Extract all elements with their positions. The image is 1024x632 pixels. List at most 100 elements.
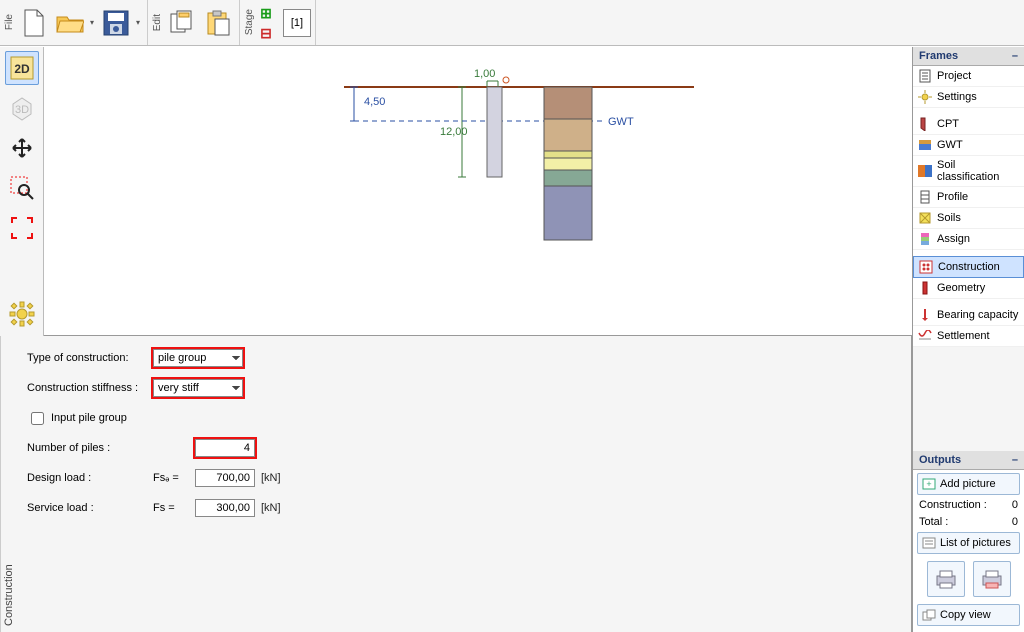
outputs-construction-count: 0 [1012, 499, 1018, 511]
add-picture-label: Add picture [940, 478, 996, 490]
add-picture-button[interactable]: + Add picture [917, 473, 1020, 495]
frame-item-label: Construction [938, 261, 1000, 273]
geometry-icon [918, 281, 932, 295]
frame-item-label: Soil classification [937, 159, 1019, 183]
frame-item-label: Project [937, 70, 971, 82]
design-load-input[interactable] [195, 469, 255, 487]
list-pictures-button[interactable]: List of pictures [917, 532, 1020, 554]
service-load-label: Service load : [27, 502, 147, 514]
service-load-input[interactable] [195, 499, 255, 517]
frames-header-label: Frames [919, 50, 958, 62]
zoom-region-button[interactable] [5, 171, 39, 205]
frame-item-settlement[interactable]: Settlement [913, 326, 1024, 347]
canvas-label-gwt: GWT [608, 116, 634, 128]
form-panel-label: Construction [0, 336, 17, 632]
edit-group: Edit [148, 0, 240, 45]
canvas-dim-pile: 12,00 [440, 126, 468, 138]
frame-item-construction[interactable]: Construction [913, 256, 1024, 278]
top-toolbar: File ▾ ▾ Edit Stage ⊞ ⊟ [1] [0, 0, 1024, 46]
view-3d-button[interactable]: 3D [5, 91, 39, 125]
copy-view-label: Copy view [940, 609, 991, 621]
frame-item-bearing[interactable]: Bearing capacity [913, 305, 1024, 326]
paste-button[interactable] [201, 6, 235, 40]
npiles-input[interactable] [195, 439, 255, 457]
frames-header: Frames – [913, 47, 1024, 66]
frame-item-label: Settings [937, 91, 977, 103]
settings-gear-button[interactable] [5, 297, 39, 331]
add-picture-icon: + [922, 477, 936, 491]
design-unit: [kN] [261, 472, 281, 484]
stiffness-select[interactable]: very stiff [153, 379, 243, 397]
add-stage-button[interactable]: ⊞ [257, 4, 275, 22]
type-label: Type of construction: [27, 352, 147, 364]
save-file-button[interactable]: ▾ [99, 6, 143, 40]
outputs-construction-row: Construction : 0 [917, 498, 1020, 512]
copy-view-button[interactable]: Copy view [917, 604, 1020, 626]
frame-item-soils[interactable]: Soils [913, 208, 1024, 229]
list-pictures-label: List of pictures [940, 537, 1011, 549]
type-select[interactable]: pile group [153, 349, 243, 367]
outputs-total-label: Total : [919, 516, 948, 528]
bearing-icon [918, 308, 932, 322]
outputs-panel: Outputs – + Add picture Construction : 0… [913, 451, 1024, 632]
collapse-icon[interactable]: – [1012, 454, 1018, 466]
frame-item-label: CPT [937, 118, 959, 130]
fit-view-button[interactable] [5, 211, 39, 245]
frame-item-soil-classification[interactable]: Soil classification [913, 156, 1024, 187]
outputs-header-label: Outputs [919, 454, 961, 466]
stage-tab-1[interactable]: [1] [283, 9, 311, 37]
collapse-icon[interactable]: – [1012, 50, 1018, 62]
assign-icon [918, 232, 932, 246]
outputs-construction-label: Construction : [919, 499, 987, 511]
outputs-total-count: 0 [1012, 516, 1018, 528]
canvas-dim-top: 1,00 [474, 68, 495, 80]
view-2d-button[interactable]: 2D [5, 51, 39, 85]
frame-item-label: Assign [937, 233, 970, 245]
copy-icon [922, 608, 936, 622]
print-color-button[interactable] [973, 561, 1011, 597]
input-pile-group-checkbox[interactable] [31, 412, 44, 425]
frame-item-assign[interactable]: Assign [913, 229, 1024, 250]
frame-item-label: Geometry [937, 282, 985, 294]
view-toolbar: 2D 3D [0, 47, 44, 337]
frame-item-profile[interactable]: Profile [913, 187, 1024, 208]
service-unit: [kN] [261, 502, 281, 514]
new-file-button[interactable] [17, 6, 51, 40]
frame-item-cpt[interactable]: CPT [913, 114, 1024, 135]
stage-group-label: Stage [244, 7, 255, 37]
chevron-down-icon[interactable]: ▾ [87, 6, 97, 40]
frames-panel: Frames – Project Settings CPT GWT Soil c… [912, 47, 1024, 632]
design-load-label: Design load : [27, 472, 147, 484]
construction-icon [919, 260, 933, 274]
print-button[interactable] [927, 561, 965, 597]
pan-button[interactable] [5, 131, 39, 165]
list-icon [922, 536, 936, 550]
frame-item-settings[interactable]: Settings [913, 87, 1024, 108]
gear-icon [918, 90, 932, 104]
npiles-label: Number of piles : [27, 442, 147, 454]
copy-button[interactable] [165, 6, 199, 40]
svg-text:2D: 2D [14, 62, 30, 76]
stiffness-label: Construction stiffness : [27, 382, 147, 394]
file-group: File ▾ ▾ [0, 0, 148, 45]
design-sym: Fsₔ = [153, 472, 189, 484]
open-file-button[interactable]: ▾ [53, 6, 97, 40]
model-canvas[interactable]: 1,00 4,50 12,00 GWT [44, 47, 912, 336]
outputs-total-row: Total : 0 [917, 515, 1020, 529]
remove-stage-button[interactable]: ⊟ [257, 24, 275, 42]
construction-form: Construction Type of construction: pile … [0, 336, 912, 632]
frame-item-project[interactable]: Project [913, 66, 1024, 87]
frame-item-gwt[interactable]: GWT [913, 135, 1024, 156]
frame-item-label: GWT [937, 139, 963, 151]
soils-icon [918, 211, 932, 225]
stage-group: Stage ⊞ ⊟ [1] [240, 0, 316, 45]
classification-icon [918, 164, 932, 178]
svg-text:+: + [926, 479, 931, 489]
frame-item-label: Profile [937, 191, 968, 203]
chevron-down-icon[interactable]: ▾ [133, 6, 143, 40]
canvas-dim-vspan: 4,50 [364, 96, 385, 108]
frame-item-geometry[interactable]: Geometry [913, 278, 1024, 299]
cpt-icon [918, 117, 932, 131]
outputs-header: Outputs – [913, 451, 1024, 470]
frame-item-label: Soils [937, 212, 961, 224]
